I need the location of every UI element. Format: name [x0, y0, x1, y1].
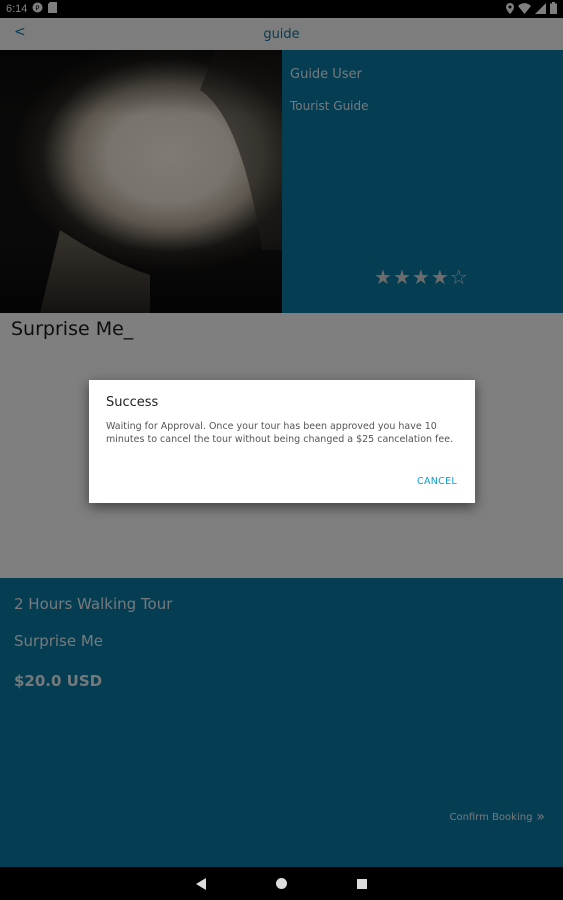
- nav-home-icon[interactable]: [276, 878, 287, 889]
- system-navigation-bar: [0, 867, 563, 900]
- nav-recents-icon[interactable]: [357, 878, 367, 889]
- dialog-message: Waiting for Approval. Once your tour has…: [106, 421, 454, 445]
- nav-back-icon[interactable]: [196, 877, 206, 890]
- dialog-cancel-button[interactable]: CANCEL: [417, 476, 457, 487]
- success-dialog: Success Waiting for Approval. Once your …: [89, 380, 475, 503]
- dialog-title: Success: [106, 395, 159, 410]
